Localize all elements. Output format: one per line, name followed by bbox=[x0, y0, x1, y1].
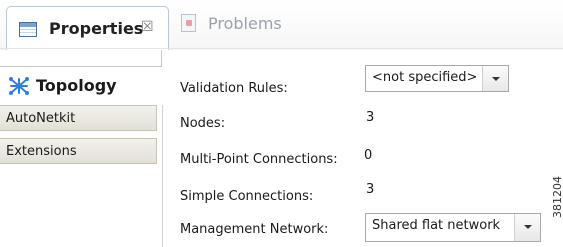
tab-problems[interactable]: Problems bbox=[176, 12, 286, 42]
chevron-down-icon[interactable] bbox=[514, 214, 540, 241]
nodes-label: Nodes: bbox=[180, 116, 226, 131]
sidebar-top-spacer bbox=[0, 50, 162, 67]
sidebar-divider bbox=[162, 105, 163, 247]
validation-rules-label: Validation Rules: bbox=[180, 81, 288, 96]
chevron-down-icon[interactable] bbox=[482, 66, 508, 91]
multi-point-connections-value: 0 bbox=[364, 148, 373, 163]
sidebar-item-extensions-label: Extensions bbox=[6, 144, 77, 159]
management-network-label: Management Network: bbox=[180, 222, 329, 237]
topology-icon bbox=[9, 77, 29, 95]
close-icon[interactable]: ☒ bbox=[141, 19, 154, 35]
nodes-value: 3 bbox=[366, 110, 375, 125]
simple-connections-value: 3 bbox=[366, 182, 375, 197]
sidebar-item-topology-label: Topology bbox=[36, 76, 117, 95]
validation-rules-dropdown[interactable]: <not specified> bbox=[365, 65, 509, 92]
tab-properties-label: Properties bbox=[49, 19, 144, 38]
simple-connections-label: Simple Connections: bbox=[180, 189, 314, 204]
sidebar-item-extensions[interactable]: Extensions bbox=[0, 138, 157, 164]
tab-problems-label: Problems bbox=[208, 14, 282, 33]
sidebar-item-topology[interactable]: Topology bbox=[0, 67, 162, 105]
tab-bar-divider bbox=[0, 48, 563, 49]
tab-properties[interactable]: Properties ☒ bbox=[6, 6, 169, 50]
problems-icon bbox=[181, 14, 196, 32]
view-tab-bar: Properties ☒ Problems bbox=[0, 0, 563, 50]
sidebar-item-autonetkit-label: AutoNetkit bbox=[6, 111, 76, 126]
management-network-dropdown[interactable]: Shared flat network bbox=[365, 213, 541, 242]
properties-icon bbox=[19, 22, 37, 37]
multi-point-connections-label: Multi-Point Connections: bbox=[180, 152, 338, 167]
figure-id: 381204 bbox=[551, 176, 563, 218]
validation-rules-value: <not specified> bbox=[372, 70, 478, 85]
management-network-value: Shared flat network bbox=[372, 218, 501, 233]
sidebar-item-autonetkit[interactable]: AutoNetkit bbox=[0, 105, 157, 131]
